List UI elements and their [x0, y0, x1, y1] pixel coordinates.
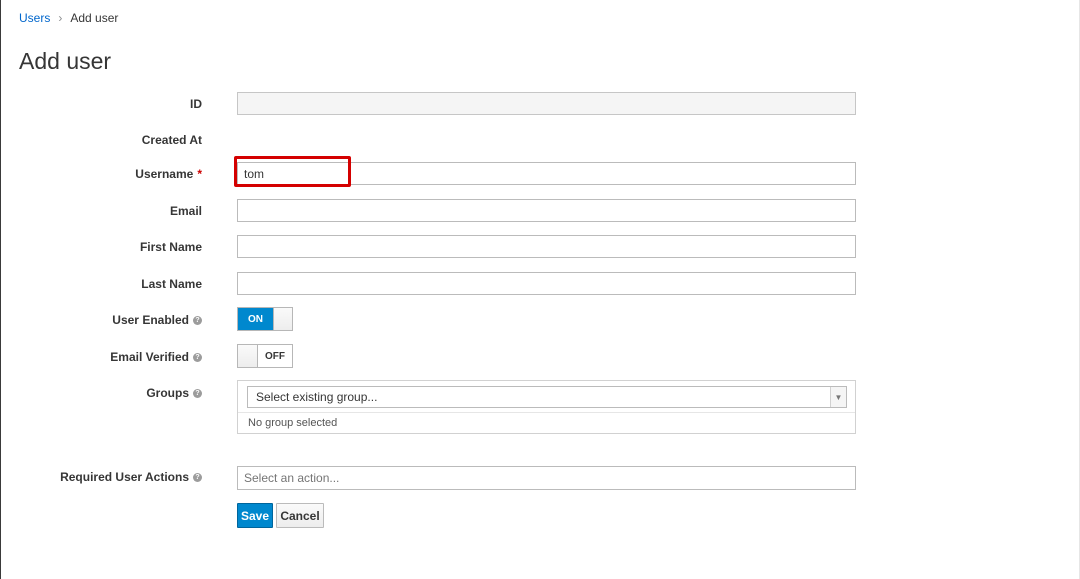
required-marker: *: [197, 167, 202, 181]
first-name-label: First Name: [139, 240, 202, 254]
toggle-knob: [238, 345, 258, 367]
username-field[interactable]: [237, 162, 856, 185]
breadcrumb-current: Add user: [70, 11, 119, 25]
question-circle-icon[interactable]: ?: [193, 472, 202, 482]
question-circle-icon[interactable]: ?: [193, 352, 202, 362]
chevron-right-icon: ›: [58, 11, 63, 25]
window-left-border: [0, 0, 1, 579]
toggle-off-label: OFF: [265, 350, 285, 362]
toggle-knob: [273, 308, 292, 330]
email-verified-toggle[interactable]: OFF: [237, 344, 293, 368]
email-verified-label: Email Verified?: [110, 350, 202, 364]
required-actions-field[interactable]: [237, 466, 856, 490]
groups-select-placeholder: Select existing group...: [256, 390, 378, 404]
toggle-on-label: ON: [238, 308, 273, 330]
page-title: Add user: [19, 48, 112, 74]
groups-select[interactable]: Select existing group... ▼: [247, 386, 847, 408]
cancel-button[interactable]: Cancel: [276, 503, 324, 528]
username-label: Username *: [135, 167, 202, 181]
question-circle-icon[interactable]: ?: [193, 388, 202, 398]
breadcrumb: Users › Add user: [19, 11, 118, 25]
caret-down-icon[interactable]: ▼: [830, 387, 846, 407]
groups-label: Groups?: [146, 386, 202, 400]
user-enabled-toggle[interactable]: ON: [237, 307, 293, 331]
groups-divider: [238, 412, 855, 413]
email-label: Email: [169, 204, 202, 218]
breadcrumb-users-link[interactable]: Users: [19, 11, 50, 25]
last-name-field[interactable]: [237, 272, 856, 295]
first-name-field[interactable]: [237, 235, 856, 258]
user-enabled-label: User Enabled?: [112, 313, 202, 327]
id-field: [237, 92, 856, 115]
question-circle-icon[interactable]: ?: [193, 315, 202, 325]
last-name-label: Last Name: [141, 277, 202, 291]
required-actions-label: Required User Actions?: [60, 470, 202, 484]
created-at-label: Created At: [141, 133, 202, 147]
id-label: ID: [190, 97, 202, 111]
groups-empty-text: No group selected: [248, 417, 338, 429]
email-field[interactable]: [237, 199, 856, 222]
save-button[interactable]: Save: [237, 503, 273, 528]
groups-panel: Select existing group... ▼ No group sele…: [237, 380, 856, 434]
